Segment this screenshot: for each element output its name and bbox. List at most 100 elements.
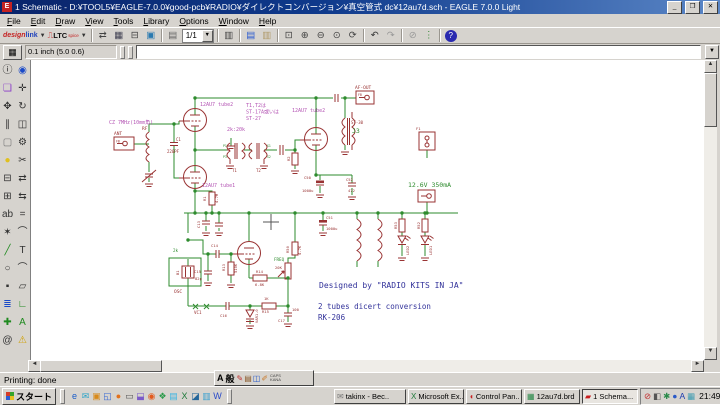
print-icon[interactable]: ⊟ [127,29,143,43]
stop-icon[interactable]: ⊘ [405,29,421,43]
tray-task-icon[interactable]: ▦ [687,391,695,402]
quick-launch-icon[interactable]: ▣ [91,391,102,402]
taskbar-grip[interactable] [227,389,232,404]
quick-launch-icon[interactable]: ◪ [190,391,201,402]
quick-launch-icon[interactable]: ▥ [201,391,212,402]
zoom-out-icon[interactable]: ⊖ [313,29,329,43]
quick-launch-icon[interactable]: X [179,391,190,401]
cam-icon[interactable]: ▣ [143,29,159,43]
ime-pen-icon[interactable]: ✎ [237,374,244,383]
erc-tool-icon[interactable]: ⚠ [15,332,30,350]
polygon-tool-icon[interactable]: ▱ [15,278,30,296]
menu-file[interactable]: File [2,16,26,26]
schematic-canvas[interactable]: CZ 7MHz(10mm角)ANTFBRFC1220PF12AU7 tube2T… [31,60,705,360]
rect-tool-icon[interactable]: ▪ [0,278,15,296]
add-tool-icon[interactable]: ⊞ [0,188,15,206]
quick-launch-icon[interactable]: ◱ [102,391,113,402]
task-button[interactable]: ◖Control Pan.. [466,389,522,404]
horizontal-scroll-thumb[interactable] [40,360,162,372]
chevron-down-icon[interactable]: ▼ [202,30,213,42]
zoom-fit-icon[interactable]: ⊡ [281,29,297,43]
cut-tool-icon[interactable]: ✂ [15,152,30,170]
quick-launch-icon[interactable]: ◉ [146,391,157,402]
undo-icon[interactable]: ↶ [367,29,383,43]
command-input[interactable] [136,45,701,59]
quick-launch-icon[interactable]: W [212,391,223,401]
quick-launch-icon[interactable]: ● [113,391,124,401]
tray-volume-icon[interactable]: ⊘ [644,391,651,402]
quick-launch-icon[interactable]: ✉ [80,391,91,402]
minimize-button[interactable]: _ [667,1,682,14]
board-icon[interactable]: ▥ [259,29,275,43]
quick-launch-icon[interactable]: e [69,391,80,401]
task-button[interactable]: ✉takinx - Bec.. [334,389,406,404]
quick-launch-icon[interactable]: ⬓ [135,391,146,402]
start-button[interactable]: スタート [2,388,56,405]
menu-edit[interactable]: Edit [26,16,51,26]
menu-view[interactable]: View [80,16,108,26]
show-tool-icon[interactable]: ◉ [15,62,30,80]
quick-launch-icon[interactable]: ▭ [124,391,135,402]
replace-tool-icon[interactable]: ⇆ [15,188,30,206]
scroll-down-icon[interactable]: ▼ [704,347,717,360]
toolbar-grip[interactable] [120,46,125,59]
ime-dict-icon[interactable]: ▤ [244,374,252,383]
info-tool-icon[interactable]: ⓘ [0,62,15,80]
tray-antivirus-icon[interactable]: ✱ [663,391,670,402]
sch-brd-swap-icon[interactable]: ⇄ [95,29,111,43]
layers-icon[interactable]: ▥ [221,29,237,43]
command-history-dropdown[interactable]: ▼ [705,45,719,59]
ime-pad-icon[interactable]: ◫ [253,374,261,383]
taskbar-grip[interactable] [60,389,65,404]
tray-display-icon[interactable]: ◧ [653,391,661,402]
tray-ime-icon[interactable]: A [679,391,685,402]
net-tool-icon[interactable]: ∟ [15,296,30,314]
save-icon[interactable]: ▦ [111,29,127,43]
tray-network-icon[interactable]: ● [672,391,677,402]
menu-help[interactable]: Help [254,16,281,26]
quick-launch-icon[interactable]: ❖ [157,391,168,402]
circle-tool-icon[interactable]: ○ [0,260,15,278]
bus-tool-icon[interactable]: ≣ [0,296,15,314]
zoom-select-icon[interactable]: ⊙ [329,29,345,43]
name-tool-icon[interactable]: ab [0,206,15,224]
toolbar-grip[interactable] [128,46,133,59]
sheet-selector[interactable]: 1/1▼ [182,29,214,43]
attribute-tool-icon[interactable]: @ [0,332,15,350]
ltcspice-dropdown[interactable]: ⎍ LTC spice ▼ [48,31,89,41]
help-icon[interactable]: ? [445,30,457,42]
sheet-icon[interactable]: ▤ [165,29,181,43]
ime-conversion-mode[interactable]: 般 [226,372,235,385]
grid-button[interactable]: ▦ [3,45,22,60]
move-tool-icon[interactable]: ✥ [0,98,15,116]
value-tool-icon[interactable]: = [15,206,30,224]
rotate-tool-icon[interactable]: ↻ [15,98,30,116]
text-tool-icon[interactable]: T [15,242,30,260]
schematic-icon[interactable]: ▤ [243,29,259,43]
display-tool-icon[interactable]: ❏ [0,80,15,98]
delete-tool-icon[interactable]: ⊟ [0,170,15,188]
miter-tool-icon[interactable]: ⌒ [15,224,30,242]
run-icon[interactable]: ⋮ [421,29,437,43]
gateswap-tool-icon[interactable]: ⇄ [15,170,30,188]
ime-input-mode[interactable]: A [217,373,224,383]
smash-tool-icon[interactable]: ✶ [0,224,15,242]
scroll-up-icon[interactable]: ▲ [704,60,717,73]
quick-launch-icon[interactable]: ▤ [168,391,179,402]
junction-tool-icon[interactable]: ✚ [0,314,15,332]
mark-tool-icon[interactable]: ✛ [15,80,30,98]
zoom-in-icon[interactable]: ⊕ [297,29,313,43]
menu-tools[interactable]: Tools [109,16,139,26]
ime-toolbar[interactable]: A 般 ✎▤◫✐ CAPS KANA [214,370,314,386]
redo-icon[interactable]: ↷ [383,29,399,43]
menu-options[interactable]: Options [174,16,213,26]
wire-tool-icon[interactable]: ╱ [0,242,15,260]
zoom-redraw-icon[interactable]: ⟳ [345,29,361,43]
arc-tool-icon[interactable]: ⌒ [15,260,30,278]
maximize-button[interactable]: ❐ [685,1,700,14]
vertical-scroll-thumb[interactable] [704,73,717,127]
menu-draw[interactable]: Draw [50,16,80,26]
close-button[interactable]: ✕ [703,1,718,14]
mirror-tool-icon[interactable]: ◫ [15,116,30,134]
label-tool-icon[interactable]: A [15,314,30,332]
